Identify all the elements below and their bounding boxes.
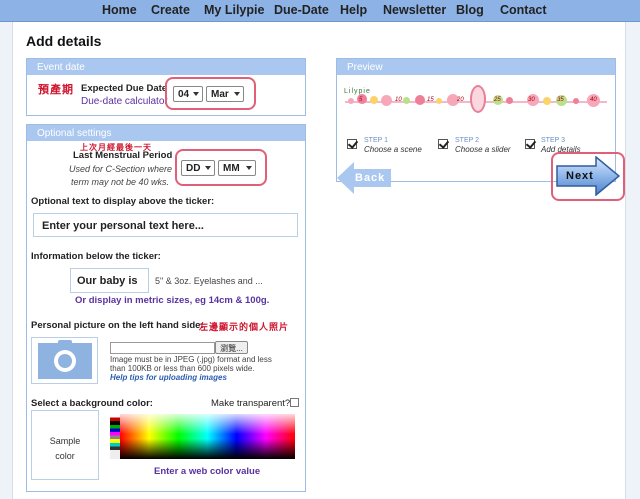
nav-due-date[interactable]: Due-Date (274, 3, 329, 17)
ticker-number: 25 (494, 97, 501, 103)
camera-icon (38, 340, 92, 379)
csection-note-2: term may not be 40 wks. (71, 177, 170, 187)
step-1-check-icon (347, 139, 357, 149)
csection-note-1: Used for C-Section where (69, 164, 173, 174)
optional-settings-header: Optional settings (27, 125, 305, 141)
lmp-month-value: MM (223, 163, 240, 174)
chevron-down-icon (193, 92, 199, 96)
web-color-link[interactable]: Enter a web color value (154, 466, 260, 477)
nav-contact[interactable]: Contact (500, 3, 547, 17)
sample-color-box: Sample color (31, 410, 99, 480)
nav-help[interactable]: Help (340, 3, 367, 17)
event-date-header: Event date (27, 59, 305, 75)
nav-create[interactable]: Create (151, 3, 190, 17)
step-1-number: STEP 1 (364, 137, 388, 144)
step-3-check-icon (525, 139, 535, 149)
chevron-down-icon (205, 166, 211, 170)
sample-color-text-1: Sample (49, 436, 81, 446)
next-button-label: Next (566, 170, 594, 182)
nav-blog[interactable]: Blog (456, 3, 484, 17)
baby-icon (470, 85, 486, 113)
step-1-label[interactable]: Choose a scene (364, 145, 422, 154)
ticker-number: 5 (359, 97, 363, 103)
transparent-checkbox[interactable] (290, 398, 299, 407)
picture-upload-area[interactable] (31, 337, 98, 384)
ticker-number: 20 (457, 97, 464, 103)
due-day-value: 04 (178, 89, 190, 100)
step-3-number: STEP 3 (541, 137, 565, 144)
step-2-check-icon (438, 139, 448, 149)
below-ticker-suffix: 5" & 3oz. Eyelashes and ... (155, 276, 263, 286)
due-date-label: Expected Due Date (81, 83, 168, 94)
sample-color-text-2: color (55, 451, 75, 461)
due-day-select[interactable]: 04 (173, 86, 203, 102)
ticker-number: 10 (395, 97, 402, 103)
metric-sizes-link[interactable]: Or display in metric sizes, eg 14cm & 10… (75, 295, 269, 306)
due-month-select[interactable]: Mar (206, 86, 244, 102)
lmp-month-select[interactable]: MM (218, 160, 256, 176)
picture-chinese-label: 左邊顯示的個人照片 (199, 322, 290, 332)
browse-button[interactable]: 瀏覽... (215, 341, 248, 354)
bg-color-label: Select a background color: (31, 398, 153, 409)
back-button-label: Back (355, 172, 386, 184)
above-ticker-label: Optional text to display above the ticke… (31, 196, 215, 207)
color-picker-spectrum[interactable] (120, 414, 295, 459)
nav-my-lilypie[interactable]: My Lilypie (204, 3, 264, 17)
ticker-number: 40 (590, 97, 597, 103)
ticker-number: 35 (557, 97, 564, 103)
last-period-label: Last Menstrual Period (73, 150, 173, 161)
picture-note-1: Image must be in JPEG (.jpg) format and … (110, 355, 272, 364)
below-ticker-input[interactable]: Our baby is (70, 268, 149, 293)
picture-note-2: than 100KB or less than 600 pixels wide. (110, 364, 255, 373)
step-2-label[interactable]: Choose a slider (455, 145, 511, 154)
upload-help-link[interactable]: Help tips for uploading images (110, 373, 227, 382)
top-nav: Home Create My Lilypie Due-Date Help New… (0, 0, 640, 22)
due-month-value: Mar (211, 89, 229, 100)
preview-header: Preview (337, 59, 615, 75)
due-date-calculator-link[interactable]: Due-date calculator (81, 96, 168, 107)
transparent-label: Make transparent? (211, 398, 291, 409)
due-date-chinese-label: 預產期 (38, 84, 74, 96)
below-ticker-label: Information below the ticker: (31, 251, 161, 262)
above-ticker-input[interactable]: Enter your personal text here... (33, 213, 298, 237)
chevron-down-icon (246, 166, 252, 170)
page-title: Add details (26, 33, 102, 49)
color-swatch-column[interactable] (110, 414, 120, 459)
back-button[interactable]: Back (336, 161, 392, 195)
nav-home[interactable]: Home (102, 3, 137, 17)
picture-label: Personal picture on the left hand side: (31, 320, 204, 331)
lmp-day-select[interactable]: DD (181, 160, 215, 176)
chevron-down-icon (234, 92, 240, 96)
nav-newsletter[interactable]: Newsletter (383, 3, 446, 17)
ticker-preview: Lilypie 5 10 15 20 25 30 35 40 (343, 85, 611, 117)
next-button[interactable]: Next (556, 155, 621, 197)
ticker-number: 15 (427, 97, 434, 103)
step-2-number: STEP 2 (455, 137, 479, 144)
file-path-input[interactable] (110, 342, 215, 354)
ticker-brand: Lilypie (344, 88, 371, 95)
ticker-number: 30 (528, 97, 535, 103)
lmp-day-value: DD (186, 163, 201, 174)
